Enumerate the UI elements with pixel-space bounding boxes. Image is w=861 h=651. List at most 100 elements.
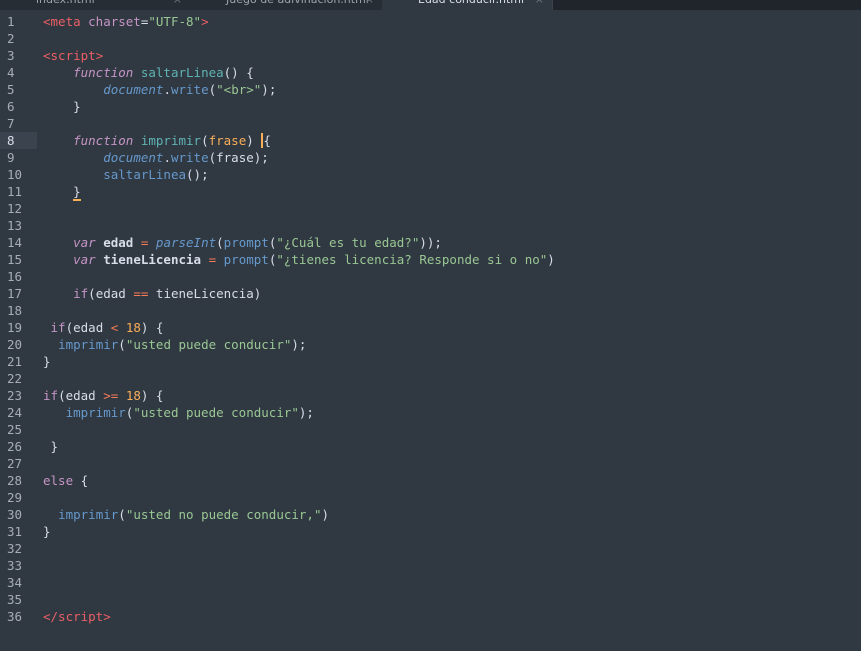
code-text: function saltarLinea() { bbox=[43, 64, 254, 81]
tab-1[interactable]: Juego de adivinación.html× bbox=[190, 0, 383, 10]
code-line[interactable]: 14 var edad = parseInt(prompt("¿Cuál es … bbox=[0, 234, 861, 251]
tab-close-icon[interactable]: × bbox=[535, 0, 544, 6]
code-line[interactable]: 30 imprimir("usted no puede conducir,") bbox=[0, 506, 861, 523]
code-line[interactable]: 34 bbox=[0, 574, 861, 591]
code-token: prompt bbox=[223, 235, 269, 250]
code-token: ); bbox=[291, 337, 307, 352]
code-editor[interactable]: 1 <meta charset="UTF-8"> 2 3 <script> 4 funct… bbox=[0, 13, 861, 625]
line-number: 20 bbox=[7, 337, 23, 352]
line-number: 18 bbox=[7, 303, 23, 318]
code-line[interactable]: 29 bbox=[0, 489, 861, 506]
code-token: write bbox=[170, 82, 209, 97]
line-number: 29 bbox=[7, 490, 23, 505]
code-token: imprimir bbox=[140, 133, 202, 148]
line-number: 8 bbox=[7, 133, 15, 148]
code-line[interactable]: 11 } bbox=[0, 183, 861, 201]
line-number: 27 bbox=[7, 456, 23, 471]
code-text: saltarLinea(); bbox=[43, 166, 208, 183]
code-line[interactable]: 18 bbox=[0, 302, 861, 319]
code-line[interactable]: 21} bbox=[0, 353, 861, 370]
code-token: ); bbox=[261, 82, 277, 97]
code-token: document bbox=[103, 82, 164, 97]
tab-2[interactable]: Edad conducir.html × bbox=[382, 0, 553, 10]
line-number: 21 bbox=[7, 354, 23, 369]
code-line[interactable]: 36 </script> bbox=[0, 608, 861, 625]
code-line[interactable]: 7 bbox=[0, 115, 861, 132]
code-token: > bbox=[201, 14, 209, 29]
code-line[interactable]: 15 var tieneLicencia = prompt("¿tienes l… bbox=[0, 251, 861, 268]
code-token: "<br>" bbox=[216, 82, 262, 97]
code-token: (edad bbox=[65, 320, 111, 335]
code-line[interactable]: 10 saltarLinea(); bbox=[0, 166, 861, 183]
tab-close-icon[interactable]: × bbox=[173, 0, 182, 6]
code-token: "usted no puede conducir," bbox=[125, 507, 322, 522]
code-token: . bbox=[163, 82, 171, 97]
line-number: 19 bbox=[7, 320, 23, 335]
code-line[interactable]: 20 imprimir("usted puede conducir"); bbox=[0, 336, 861, 353]
code-text: } bbox=[43, 183, 81, 201]
code-line[interactable]: 32 bbox=[0, 540, 861, 557]
code-line[interactable]: 16 bbox=[0, 268, 861, 285]
code-line[interactable]: 2 bbox=[0, 30, 861, 47]
tab-close-icon[interactable]: × bbox=[365, 0, 374, 6]
code-line[interactable]: 28 else { bbox=[0, 472, 861, 489]
code-line[interactable]: 31} bbox=[0, 523, 861, 540]
code-line[interactable]: 8 function imprimir(frase) { bbox=[0, 132, 861, 149]
code-line[interactable]: 23 if(edad >= 18) { bbox=[0, 387, 861, 404]
code-line[interactable]: 22 bbox=[0, 370, 861, 387]
code-line[interactable]: 27 bbox=[0, 455, 861, 472]
code-text: imprimir("usted puede conducir"); bbox=[43, 404, 314, 421]
code-token: ) { bbox=[140, 388, 164, 403]
code-token: "¿Cuál es tu edad?" bbox=[276, 235, 420, 250]
code-token: ) bbox=[321, 507, 330, 522]
code-token: if bbox=[50, 320, 66, 335]
code-token: imprimir bbox=[58, 337, 119, 352]
line-number: 32 bbox=[7, 541, 23, 556]
code-token: ) bbox=[547, 252, 555, 267]
code-line[interactable]: 5 document.write("<br>"); bbox=[0, 81, 861, 98]
code-line[interactable]: 1 <meta charset="UTF-8"> bbox=[0, 13, 861, 30]
code-token: (frase); bbox=[208, 150, 269, 165]
code-token: = bbox=[208, 252, 217, 267]
code-token: ( bbox=[201, 133, 209, 148]
code-line[interactable]: 26 } bbox=[0, 438, 861, 455]
code-line[interactable]: 33 bbox=[0, 557, 861, 574]
code-token: tieneLicencia) bbox=[148, 286, 262, 301]
code-line[interactable]: 25 bbox=[0, 421, 861, 438]
code-line[interactable]: 4 function saltarLinea() { bbox=[0, 64, 861, 81]
code-text: document.write("<br>"); bbox=[43, 81, 276, 98]
code-line[interactable]: 35 bbox=[0, 591, 861, 608]
line-number: 17 bbox=[7, 286, 23, 301]
tab-0[interactable]: index.html × bbox=[0, 0, 191, 10]
code-line[interactable]: 19 if(edad < 18) { bbox=[0, 319, 861, 336]
line-number: 13 bbox=[7, 218, 23, 233]
code-token: imprimir bbox=[58, 507, 119, 522]
line-number: 26 bbox=[7, 439, 23, 454]
code-token: frase bbox=[208, 133, 247, 148]
code-line[interactable]: 6 } bbox=[0, 98, 861, 115]
code-token: )); bbox=[419, 235, 442, 250]
code-token: <script bbox=[43, 48, 96, 63]
line-number: 12 bbox=[7, 201, 23, 216]
code-text: </script> bbox=[43, 608, 111, 625]
code-text: else { bbox=[43, 472, 88, 489]
code-line[interactable]: 17 if(edad == tieneLicencia) bbox=[0, 285, 861, 302]
code-text: var edad = parseInt(prompt("¿Cuál es tu … bbox=[43, 234, 442, 251]
code-token: (edad bbox=[88, 286, 134, 301]
code-line[interactable]: 12 bbox=[0, 200, 861, 217]
code-text: } bbox=[43, 438, 59, 455]
code-line[interactable]: 13 bbox=[0, 217, 861, 234]
line-number: 9 bbox=[7, 150, 15, 165]
code-text: imprimir("usted no puede conducir,") bbox=[43, 506, 329, 523]
code-text: } bbox=[43, 523, 51, 540]
code-line[interactable]: 3 <script> bbox=[0, 47, 861, 64]
code-line[interactable]: 24 imprimir("usted puede conducir"); bbox=[0, 404, 861, 421]
line-number: 4 bbox=[7, 65, 15, 80]
code-line[interactable]: 9 document.write(frase); bbox=[0, 149, 861, 166]
